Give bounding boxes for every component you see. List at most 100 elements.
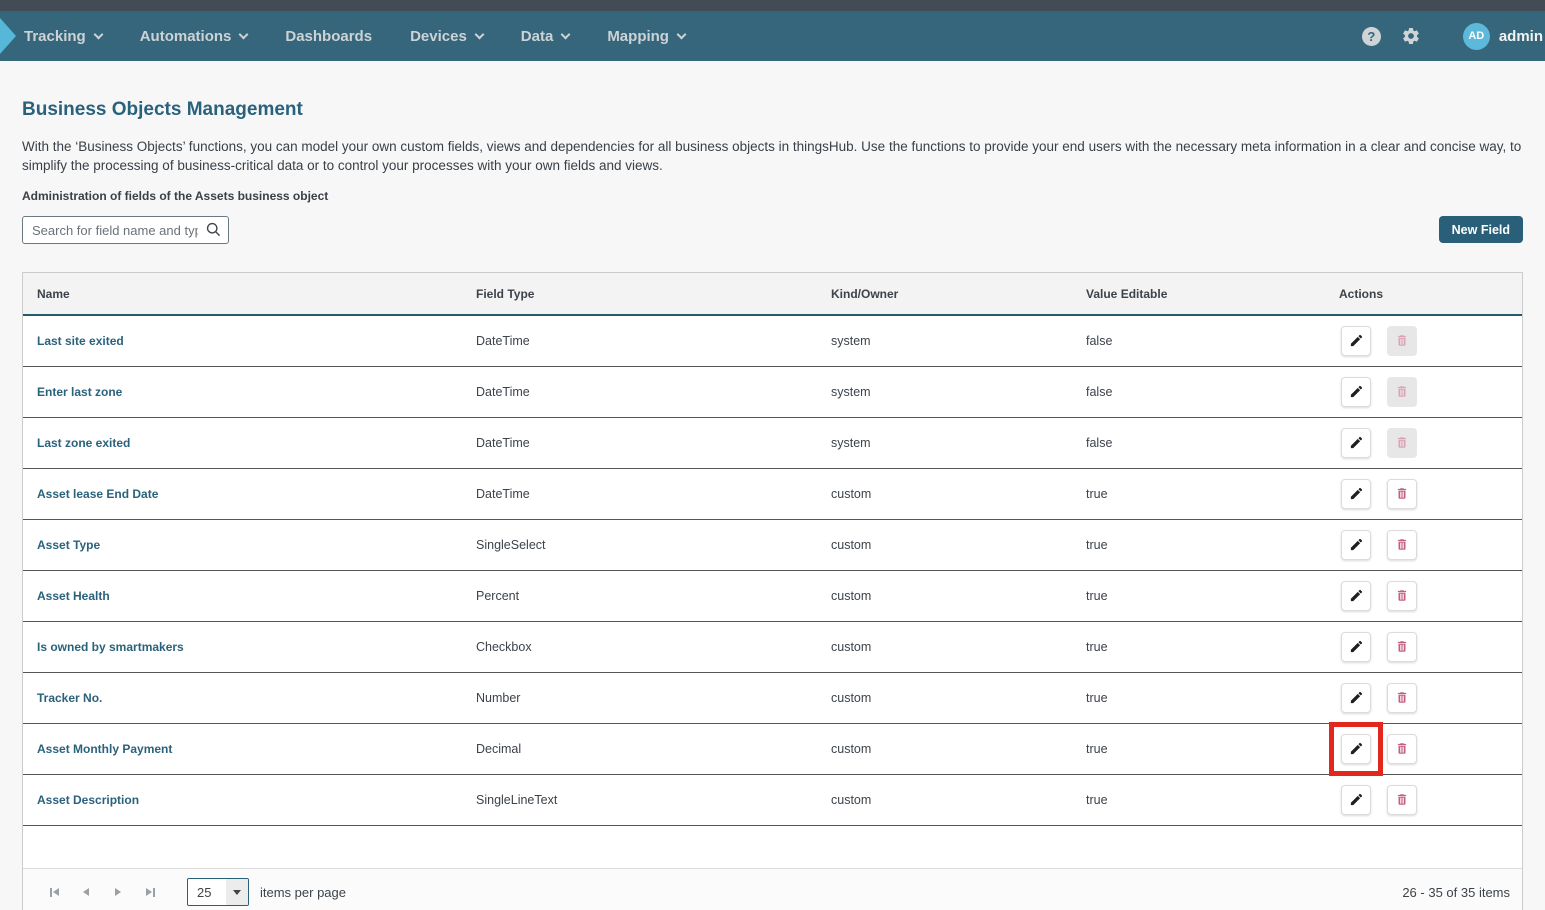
- table-row: Last zone exited DateTime system false: [23, 417, 1522, 468]
- edit-button[interactable]: [1341, 428, 1371, 458]
- chevron-down-icon: [474, 29, 484, 39]
- header-actions: Actions: [1339, 273, 1522, 315]
- field-type-cell: DateTime: [476, 315, 831, 366]
- search-input[interactable]: [22, 216, 229, 244]
- field-name-link[interactable]: Last site exited: [37, 334, 124, 348]
- nav-item-mapping[interactable]: Mapping: [607, 28, 685, 45]
- field-name-link[interactable]: Last zone exited: [37, 436, 130, 450]
- edit-button[interactable]: [1341, 785, 1371, 815]
- empty-row: [23, 825, 1522, 868]
- field-name-link[interactable]: Asset Type: [37, 538, 100, 552]
- edit-button[interactable]: [1341, 581, 1371, 611]
- nav-item-automations[interactable]: Automations: [140, 28, 248, 45]
- new-field-button[interactable]: New Field: [1439, 216, 1523, 243]
- delete-button[interactable]: [1387, 632, 1417, 662]
- edit-button[interactable]: [1341, 326, 1371, 356]
- table-row: Enter last zone DateTime system false: [23, 366, 1522, 417]
- nav-item-label: Dashboards: [285, 28, 372, 45]
- delete-button[interactable]: [1387, 530, 1417, 560]
- edit-button-wrap: [1341, 683, 1371, 713]
- edit-button-wrap: [1341, 479, 1371, 509]
- chevron-down-icon: [93, 29, 103, 39]
- delete-button[interactable]: [1387, 377, 1417, 407]
- table-header: Name Field Type Kind/Owner Value Editabl…: [23, 273, 1522, 315]
- nav-item-data[interactable]: Data: [521, 28, 570, 45]
- nav-item-label: Automations: [140, 28, 232, 45]
- top-strip: [0, 0, 1545, 11]
- items-range-label: 26 - 35 of 35 items: [1402, 885, 1510, 900]
- nav-left-arrow-icon: [0, 18, 16, 54]
- edit-button[interactable]: [1341, 683, 1371, 713]
- table-row: Asset Type SingleSelect custom true: [23, 519, 1522, 570]
- edit-button-wrap: [1341, 377, 1371, 407]
- delete-button[interactable]: [1387, 785, 1417, 815]
- edit-button-wrap: [1341, 785, 1371, 815]
- field-name-link[interactable]: Tracker No.: [37, 691, 102, 705]
- edit-button[interactable]: [1341, 377, 1371, 407]
- toolbar: New Field: [22, 216, 1523, 244]
- nav-right: ? AD admin: [1362, 23, 1545, 50]
- edit-button[interactable]: [1341, 632, 1371, 662]
- last-page-button[interactable]: [137, 879, 163, 905]
- field-type-cell: DateTime: [476, 468, 831, 519]
- help-icon[interactable]: ?: [1362, 27, 1381, 46]
- field-name-link[interactable]: Asset Monthly Payment: [37, 742, 172, 756]
- field-name-link[interactable]: Is owned by smartmakers: [37, 640, 184, 654]
- value-editable-cell: true: [1086, 621, 1339, 672]
- edit-button[interactable]: [1341, 479, 1371, 509]
- chevron-down-icon: [239, 29, 249, 39]
- settings-gear-icon[interactable]: [1401, 26, 1421, 46]
- value-editable-cell: true: [1086, 672, 1339, 723]
- field-type-cell: DateTime: [476, 417, 831, 468]
- table-row: Tracker No. Number custom true: [23, 672, 1522, 723]
- kind-owner-cell: system: [831, 315, 1086, 366]
- value-editable-cell: true: [1086, 570, 1339, 621]
- kind-owner-cell: system: [831, 417, 1086, 468]
- edit-button-wrap: [1341, 734, 1371, 764]
- delete-button[interactable]: [1387, 581, 1417, 611]
- header-value-editable: Value Editable: [1086, 273, 1339, 315]
- table-row: Asset Health Percent custom true: [23, 570, 1522, 621]
- table-body: Last site exited DateTime system false E…: [23, 315, 1522, 868]
- username[interactable]: admin: [1499, 28, 1543, 45]
- delete-button[interactable]: [1387, 683, 1417, 713]
- delete-button[interactable]: [1387, 428, 1417, 458]
- next-page-button[interactable]: [105, 879, 131, 905]
- field-type-cell: Checkbox: [476, 621, 831, 672]
- kind-owner-cell: custom: [831, 672, 1086, 723]
- edit-button-wrap: [1341, 632, 1371, 662]
- table-row: Asset Monthly Payment Decimal custom tru…: [23, 723, 1522, 774]
- delete-button[interactable]: [1387, 734, 1417, 764]
- nav-item-devices[interactable]: Devices: [410, 28, 483, 45]
- value-editable-cell: false: [1086, 366, 1339, 417]
- value-editable-cell: true: [1086, 468, 1339, 519]
- main-content: Business Objects Management With the ‘Bu…: [0, 61, 1545, 910]
- search-box: [22, 216, 229, 244]
- edit-button-wrap: [1341, 581, 1371, 611]
- edit-button[interactable]: [1341, 734, 1371, 764]
- chevron-down-icon: [677, 29, 687, 39]
- field-type-cell: Decimal: [476, 723, 831, 774]
- avatar[interactable]: AD: [1463, 23, 1490, 50]
- page-size-value: 25: [188, 885, 226, 900]
- field-name-link[interactable]: Asset lease End Date: [37, 487, 158, 501]
- field-name-link[interactable]: Asset Description: [37, 793, 139, 807]
- value-editable-cell: true: [1086, 519, 1339, 570]
- delete-button[interactable]: [1387, 479, 1417, 509]
- prev-page-button[interactable]: [73, 879, 99, 905]
- field-name-link[interactable]: Enter last zone: [37, 385, 122, 399]
- nav-item-label: Devices: [410, 28, 467, 45]
- field-name-link[interactable]: Asset Health: [37, 589, 110, 603]
- nav-item-dashboards[interactable]: Dashboards: [285, 28, 372, 45]
- edit-button[interactable]: [1341, 530, 1371, 560]
- pagination-bar: 25 items per page 26 - 35 of 35 items: [23, 868, 1522, 910]
- page-size-dropdown[interactable]: 25: [187, 878, 249, 906]
- value-editable-cell: true: [1086, 723, 1339, 774]
- header-name: Name: [23, 273, 476, 315]
- delete-button[interactable]: [1387, 326, 1417, 356]
- kind-owner-cell: custom: [831, 570, 1086, 621]
- section-subheading: Administration of fields of the Assets b…: [22, 189, 1523, 203]
- page-title: Business Objects Management: [22, 99, 1523, 121]
- nav-item-tracking[interactable]: Tracking: [24, 28, 102, 45]
- first-page-button[interactable]: [41, 879, 67, 905]
